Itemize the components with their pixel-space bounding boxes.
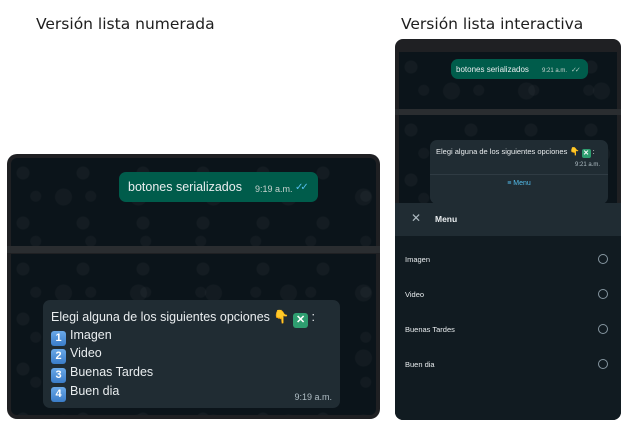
received-message-time: 9:19 a.m. [294,392,332,402]
keycap-4-icon: 4 [51,387,66,402]
double-check-icon: ✓✓ [295,182,309,193]
list-item[interactable]: Buenas Tardes [395,315,621,345]
keycap-2-icon: 2 [51,349,66,364]
list-item[interactable]: Imagen [395,245,621,275]
pointing-down-hand-icon: 👇 [273,309,290,324]
options-prompt-text: Elegi alguna de los siguientes opciones [436,147,568,156]
list-bottom-sheet: ✕ Menu Imagen Video Buenas Tardes Buen d… [395,203,621,420]
keycap-3-icon: 3 [51,368,66,383]
options-prompt-text: Elegi alguna de los siguientes opciones [51,310,270,324]
list-item: 3 Buenas Tardes [51,365,153,383]
numbered-list-screenshot: botones serializados 9:19 a.m. ✓✓ Elegi … [7,154,380,419]
bubble-separator [430,174,608,175]
sheet-title: Menu [435,214,458,224]
sent-message-bubble[interactable]: botones serializados 9:21 a.m. ✓✓ [451,59,588,79]
chat-area-top: botones serializados 9:21 a.m. ✓✓ [399,52,617,109]
heading-interactive-list: Versión lista interactiva [401,15,584,33]
chat-area-top: botones serializados 9:19 a.m. ✓✓ [11,158,376,246]
list-item[interactable]: Video [395,280,621,310]
option-label: Buen dia [70,384,120,398]
menu-button[interactable]: ≡ Menu [430,180,608,187]
radio-button-icon[interactable] [598,324,608,334]
radio-button-icon[interactable] [598,359,608,369]
option-label: Buenas Tardes [405,325,455,334]
sent-message-text: botones serializados [128,180,242,194]
options-prompt: Elegi alguna de los siguientes opciones … [436,147,595,158]
option-label: Buen dia [405,360,435,369]
received-message-time: 9:21 a.m. [574,162,600,168]
list-item: 1 Imagen [51,328,112,346]
double-check-icon: ✓✓ [571,67,581,74]
received-message-bubble: Elegi alguna de los siguientes opciones … [430,140,608,204]
received-message-bubble[interactable]: Elegi alguna de los siguientes opciones … [43,300,340,408]
option-label: Video [70,346,102,360]
keycap-1-icon: 1 [51,331,66,346]
sheet-header: ✕ Menu [395,203,621,236]
sent-message-time: 9:21 a.m. [542,68,568,74]
sent-message-bubble[interactable]: botones serializados 9:19 a.m. ✓✓ [119,172,318,202]
cross-mark-button-icon: ✕ [293,313,309,328]
list-item: 2 Video [51,346,102,364]
option-label: Buenas Tardes [70,365,154,379]
heading-numbered-list: Versión lista numerada [36,15,215,33]
option-label: Video [405,290,425,299]
option-label: Imagen [405,255,431,264]
option-label: Imagen [70,328,112,342]
radio-button-icon[interactable] [598,289,608,299]
screenshot-divider [7,246,380,253]
list-item: 4 Buen dia [51,384,119,402]
cross-mark-button-icon: ✕ [581,149,591,158]
interactive-list-screenshot: botones serializados 9:21 a.m. ✓✓ Elegi … [395,39,621,420]
close-icon[interactable]: ✕ [411,211,421,225]
sent-message-time: 9:19 a.m. [255,184,293,194]
sent-message-text: botones serializados [456,65,529,74]
options-prompt: Elegi alguna de los siguientes opciones … [51,309,316,328]
list-item[interactable]: Buen dia [395,350,621,380]
radio-button-icon[interactable] [598,254,608,264]
pointing-down-hand-icon: 👇 [569,147,580,156]
